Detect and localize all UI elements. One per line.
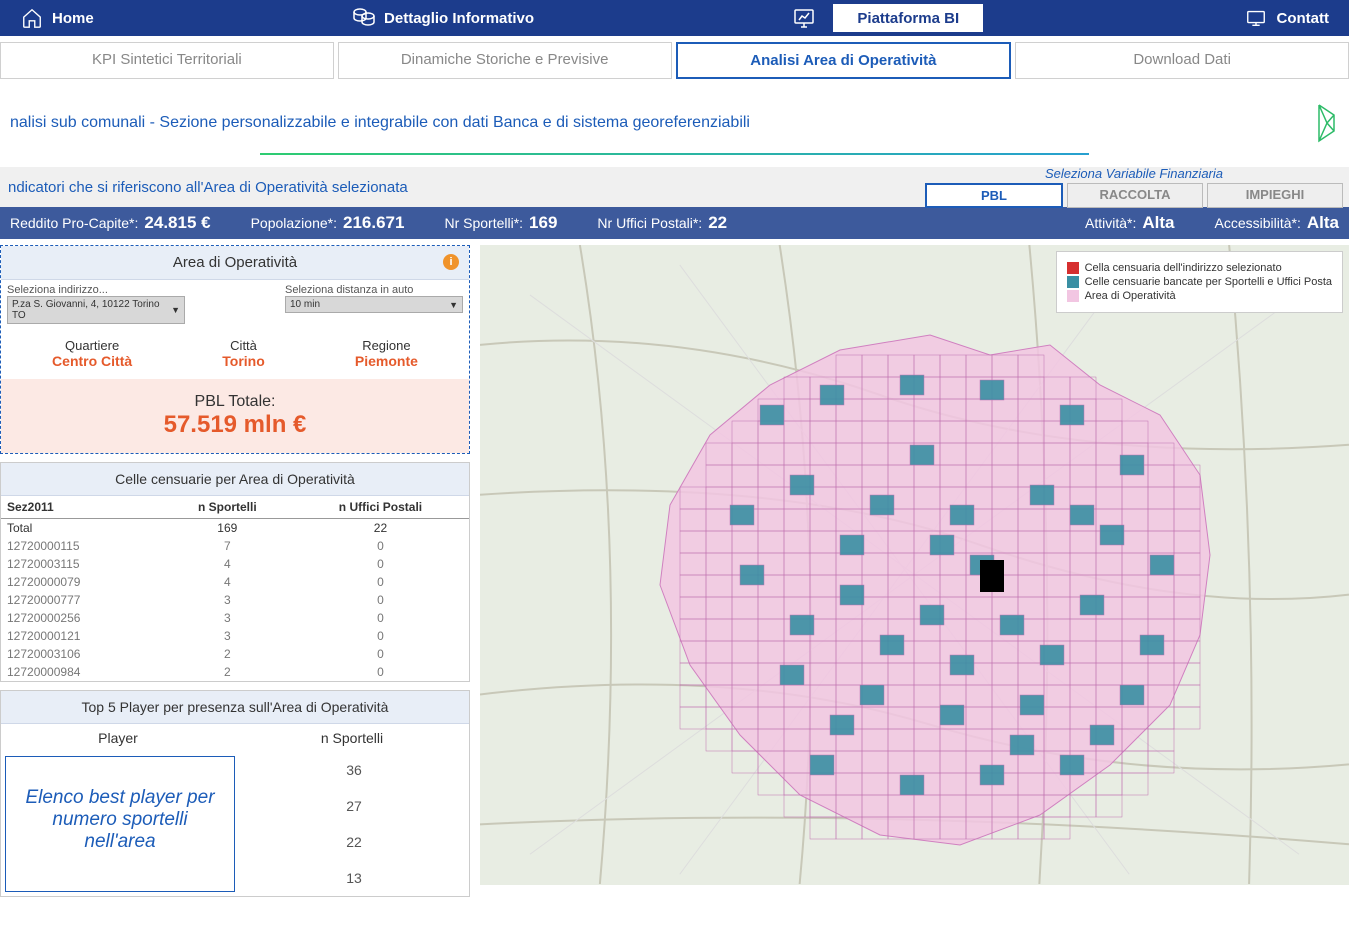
nav-bi-label: Piattaforma BI xyxy=(857,10,959,27)
players-panel: Top 5 Player per presenza sull'Area di O… xyxy=(0,690,470,897)
nav-bi-wrap: Piattaforma BI xyxy=(772,0,1006,36)
distance-selector-label: Seleziona distanza in auto xyxy=(285,284,463,296)
legend-item-banked: Celle censuarie bancate per Sportelli e … xyxy=(1085,276,1332,288)
kpi-uffici: Nr Uffici Postali*:22 xyxy=(597,213,727,233)
contact-icon xyxy=(1244,6,1268,30)
chevron-down-icon: ▼ xyxy=(171,305,180,315)
var-fin-block: Seleziona Variabile Finanziaria PBL RACC… xyxy=(919,166,1349,208)
subtab-analisi[interactable]: Analisi Area di Operatività xyxy=(676,42,1012,79)
loc-citta: Città Torino xyxy=(222,338,265,369)
home-icon xyxy=(20,6,44,30)
map-canvas[interactable] xyxy=(480,245,1349,885)
distance-dropdown[interactable]: 10 min ▼ xyxy=(285,296,463,313)
table-row[interactable]: 1272000311540 xyxy=(1,555,469,573)
logo-icon xyxy=(1299,103,1339,143)
player-val: 27 xyxy=(239,788,469,824)
var-fin-tab-pbl[interactable]: PBL xyxy=(925,183,1063,208)
table-row[interactable]: Total16922 xyxy=(1,519,469,538)
indicator-row: ndicatori che si riferiscono all'Area di… xyxy=(0,167,1349,207)
nav-detail[interactable]: Dettaglio Informativo xyxy=(332,0,554,36)
chevron-down-icon: ▼ xyxy=(449,300,458,310)
map-selected-cell xyxy=(980,560,1004,592)
left-column: Area di Operatività i Seleziona indirizz… xyxy=(0,245,470,905)
address-dropdown[interactable]: P.za S. Giovanni, 4, 10122 Torino TO ▼ xyxy=(7,296,185,324)
subtab-dinamiche[interactable]: Dinamiche Storiche e Previsive xyxy=(338,42,672,79)
players-col-sportelli: n Sportelli xyxy=(235,730,469,746)
var-fin-tab-raccolta[interactable]: RACCOLTA xyxy=(1067,183,1203,208)
loc-quartiere: Quartiere Centro Città xyxy=(52,338,132,369)
table-row[interactable]: 1272000007940 xyxy=(1,573,469,591)
map-operational-area xyxy=(640,325,1220,855)
nav-bi[interactable]: Piattaforma BI xyxy=(832,3,984,33)
legend-swatch-teal xyxy=(1067,276,1079,288)
kpi-reddito: Reddito Pro-Capite*:24.815 € xyxy=(10,213,211,233)
nav-contact-label: Contatt xyxy=(1276,10,1329,27)
legend-swatch-red xyxy=(1067,262,1079,274)
subtitle-row: nalisi sub comunali - Sezione personaliz… xyxy=(0,85,1349,153)
subtab-download[interactable]: Download Dati xyxy=(1015,42,1349,79)
celle-col-sportelli: n Sportelli xyxy=(163,496,292,519)
address-selector-label: Seleziona indirizzo... xyxy=(7,284,185,296)
kpi-popolazione: Popolazione*:216.671 xyxy=(251,213,405,233)
player-val: 13 xyxy=(239,860,469,896)
indicator-label: ndicatori che si riferiscono all'Area di… xyxy=(0,179,919,196)
pbl-label: PBL Totale: xyxy=(15,393,455,411)
info-icon[interactable]: i xyxy=(443,254,459,270)
top-nav: Home Dettaglio Informativo Piattaforma B… xyxy=(0,0,1349,36)
players-values: 36 27 22 13 xyxy=(239,752,469,896)
table-row[interactable]: 1272000011570 xyxy=(1,537,469,555)
area-panel-title: Area di Operatività i xyxy=(1,246,469,280)
legend-item-selected: Cella censuaria dell'indirizzo seleziona… xyxy=(1085,262,1282,274)
legend-swatch-pink xyxy=(1067,290,1079,302)
nav-home-label: Home xyxy=(52,10,94,27)
legend-item-area: Area di Operatività xyxy=(1085,290,1176,302)
sub-tabs: KPI Sintetici Territoriali Dinamiche Sto… xyxy=(0,36,1349,85)
players-title: Top 5 Player per presenza sull'Area di O… xyxy=(1,691,469,724)
kpi-sportelli: Nr Sportelli*:169 xyxy=(444,213,557,233)
var-fin-tab-impieghi[interactable]: IMPIEGHI xyxy=(1207,183,1343,208)
table-row[interactable]: 1272000025630 xyxy=(1,609,469,627)
table-row[interactable]: 1272000077730 xyxy=(1,591,469,609)
page-subtitle: nalisi sub comunali - Sezione personaliz… xyxy=(10,114,750,132)
table-row[interactable]: 1272000012130 xyxy=(1,627,469,645)
pbl-total-box: PBL Totale: 57.519 mln € xyxy=(1,379,469,453)
celle-col-uffici: n Uffici Postali xyxy=(292,496,469,519)
map-column: Cella censuaria dell'indirizzo seleziona… xyxy=(480,245,1349,905)
distance-selector: Seleziona distanza in auto 10 min ▼ xyxy=(285,284,463,324)
celle-title: Celle censuarie per Area di Operatività xyxy=(1,463,469,496)
var-fin-label: Seleziona Variabile Finanziaria xyxy=(919,166,1349,181)
player-val: 36 xyxy=(239,752,469,788)
player-val: 22 xyxy=(239,824,469,860)
kpi-accessibilita: Accessibilità*:Alta xyxy=(1215,213,1340,233)
celle-panel: Celle censuarie per Area di Operatività … xyxy=(0,462,470,682)
nav-contact[interactable]: Contatt xyxy=(1224,0,1349,36)
table-row[interactable]: 1272000310620 xyxy=(1,645,469,663)
kpi-bar: Reddito Pro-Capite*:24.815 € Popolazione… xyxy=(0,207,1349,239)
area-panel: Area di Operatività i Seleziona indirizz… xyxy=(0,245,470,454)
main-area: Area di Operatività i Seleziona indirizz… xyxy=(0,239,1349,905)
nav-home[interactable]: Home xyxy=(0,0,114,36)
chart-icon xyxy=(792,6,816,30)
subtab-kpi[interactable]: KPI Sintetici Territoriali xyxy=(0,42,334,79)
loc-regione: Regione Piemonte xyxy=(355,338,418,369)
pbl-value: 57.519 mln € xyxy=(15,411,455,439)
divider xyxy=(260,153,1089,155)
map-legend: Cella censuaria dell'indirizzo seleziona… xyxy=(1056,251,1343,313)
kpi-attivita: Attività*:Alta xyxy=(1085,213,1174,233)
table-row[interactable]: 1272000098420 xyxy=(1,663,469,681)
stack-icon xyxy=(352,6,376,30)
nav-detail-label: Dettaglio Informativo xyxy=(384,10,534,27)
celle-col-sez: Sez2011 xyxy=(1,496,163,519)
celle-table: Sez2011 n Sportelli n Uffici Postali Tot… xyxy=(1,496,469,681)
players-col-player: Player xyxy=(1,730,235,746)
players-note: Elenco best player per numero sportelli … xyxy=(5,756,235,892)
address-selector: Seleziona indirizzo... P.za S. Giovanni,… xyxy=(7,284,185,324)
